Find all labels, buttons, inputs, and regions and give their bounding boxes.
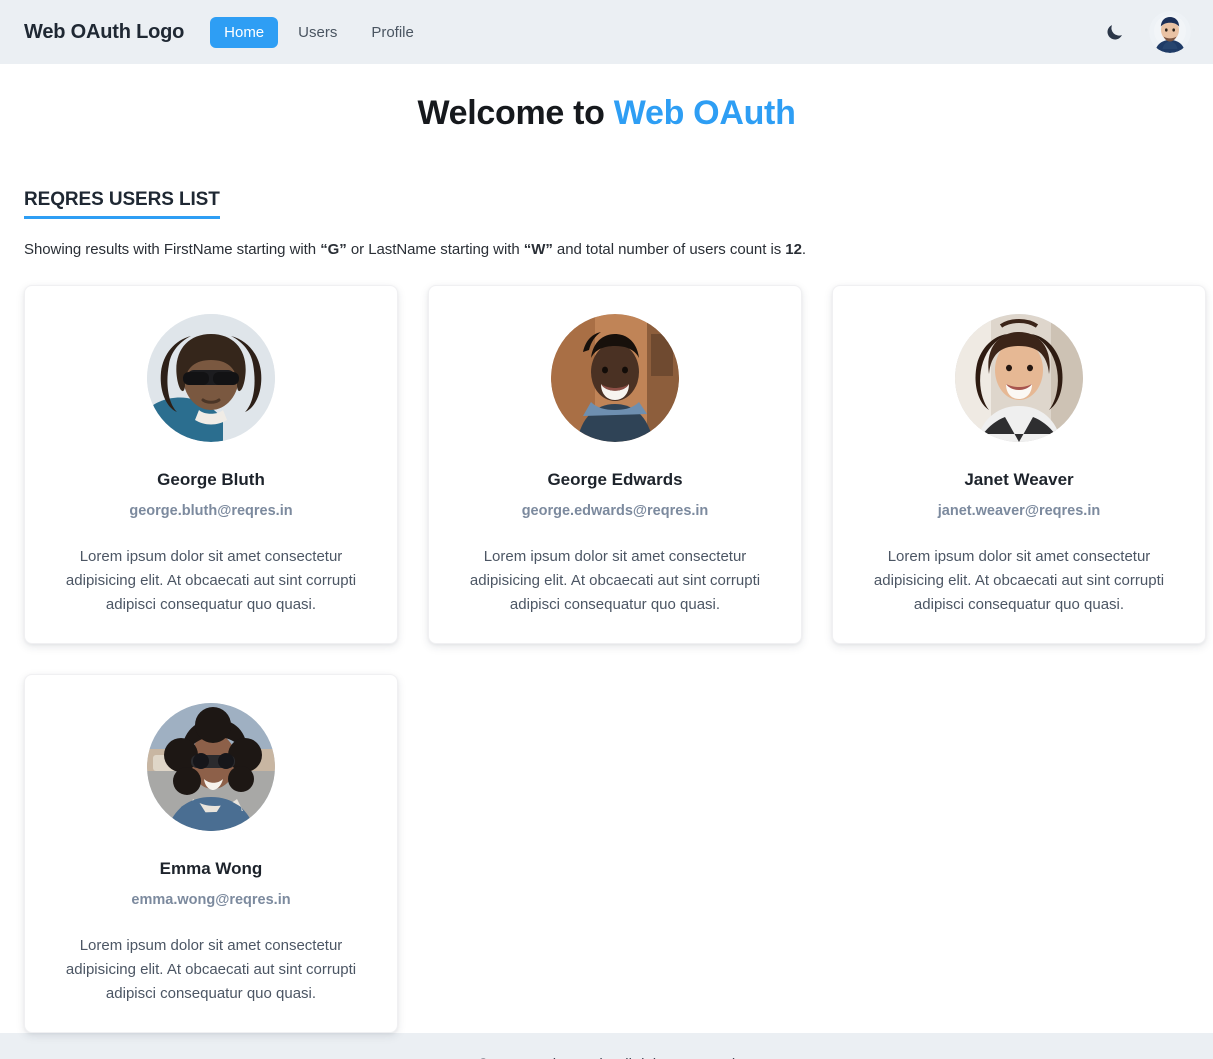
nav-links: Home Users Profile: [210, 16, 428, 48]
navbar: Web OAuth Logo Home Users Profile: [0, 0, 1213, 64]
avatar-janet-weaver-icon: [955, 314, 1083, 442]
page-title-prefix: Welcome to: [417, 94, 614, 132]
user-bio: Lorem ipsum dolor sit amet consectetur a…: [469, 548, 761, 613]
nav-link-users[interactable]: Users: [284, 17, 351, 48]
user-email: emma.wong@reqres.in: [131, 892, 291, 908]
user-bio: Lorem ipsum dolor sit amet consectetur a…: [65, 937, 357, 1002]
user-bio: Lorem ipsum dolor sit amet consectetur a…: [65, 548, 357, 613]
user-card[interactable]: Janet Weaver janet.weaver@reqres.in Lore…: [832, 285, 1206, 644]
subtitle-text-3: and total number of users count is: [552, 241, 786, 258]
user-email: janet.weaver@reqres.in: [937, 503, 1101, 519]
avatar[interactable]: [1149, 11, 1191, 53]
brand-logo[interactable]: Web OAuth Logo: [24, 21, 184, 44]
user-email: george.bluth@reqres.in: [129, 503, 293, 519]
user-name: Janet Weaver: [964, 470, 1074, 489]
app-root: Web OAuth Logo Home Users Profile Welcom…: [0, 0, 1213, 1059]
user-card[interactable]: George Bluth george.bluth@reqres.in Lore…: [24, 285, 398, 644]
footer-copyright: © 2022 Web OAuth. All rights reserved: [478, 1056, 736, 1059]
user-card[interactable]: Emma Wong emma.wong@reqres.in Lorem ipsu…: [24, 674, 398, 1033]
moon-icon[interactable]: [1101, 19, 1127, 45]
user-bio: Lorem ipsum dolor sit amet consectetur a…: [873, 548, 1165, 613]
subtitle-text-4: .: [801, 241, 807, 258]
user-name: Emma Wong: [159, 859, 263, 878]
subtitle-lastname-letter: “W”: [523, 241, 553, 258]
subtitle-text-1: Showing results with FirstName starting …: [24, 241, 321, 258]
avatar-emma-wong-icon: [147, 703, 275, 831]
user-email: george.edwards@reqres.in: [521, 503, 709, 519]
subtitle-firstname-letter: “G”: [320, 241, 347, 258]
nav-link-profile[interactable]: Profile: [357, 17, 428, 48]
avatar-george-bluth-icon: [147, 314, 275, 442]
subtitle-user-count: 12: [785, 241, 802, 258]
section-subtitle: Showing results with FirstName starting …: [24, 241, 1189, 258]
avatar-george-edwards-icon: [551, 314, 679, 442]
footer: © 2022 Web OAuth. All rights reserved: [0, 1033, 1213, 1059]
section-heading-wrapper: REQRES USERS LIST: [24, 133, 1189, 219]
page-title-accent: Web OAuth: [613, 94, 796, 132]
main-content: Welcome to Web OAuth REQRES USERS LIST S…: [0, 64, 1213, 1033]
user-name: George Bluth: [157, 470, 265, 489]
user-card-grid: George Bluth george.bluth@reqres.in Lore…: [24, 285, 1206, 1033]
page-title: Welcome to Web OAuth: [24, 94, 1189, 133]
section-title: REQRES USERS LIST: [24, 189, 220, 219]
navbar-right: [1101, 11, 1191, 53]
subtitle-text-2: or LastName starting with: [346, 241, 524, 258]
nav-link-home[interactable]: Home: [210, 16, 279, 48]
user-name: George Edwards: [547, 470, 683, 489]
user-card[interactable]: George Edwards george.edwards@reqres.in …: [428, 285, 802, 644]
